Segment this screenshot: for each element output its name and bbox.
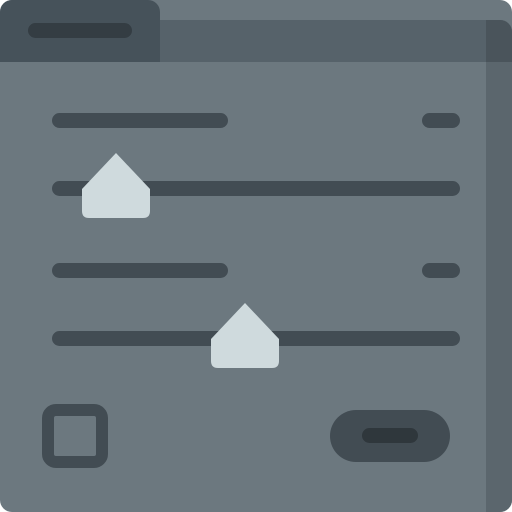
slider-2-value bbox=[422, 263, 460, 278]
slider-2-thumb[interactable] bbox=[209, 301, 281, 369]
window-tab[interactable] bbox=[0, 0, 160, 62]
action-button-label bbox=[362, 428, 418, 443]
slider-2-thumb-shape bbox=[211, 303, 279, 368]
slider-1-value bbox=[422, 113, 460, 128]
window-shadow-edge bbox=[486, 20, 512, 512]
titlebar-shadow-edge bbox=[486, 20, 512, 62]
slider-1-thumb[interactable] bbox=[80, 151, 152, 219]
slider-1-thumb-shape bbox=[82, 153, 150, 218]
settings-window-illustration bbox=[0, 0, 512, 512]
checkbox-icon[interactable] bbox=[42, 404, 108, 468]
app-window bbox=[0, 0, 512, 512]
slider-1-label bbox=[52, 113, 228, 128]
tab-label bbox=[28, 23, 132, 38]
slider-2-label bbox=[52, 263, 228, 278]
action-button[interactable] bbox=[330, 410, 450, 462]
